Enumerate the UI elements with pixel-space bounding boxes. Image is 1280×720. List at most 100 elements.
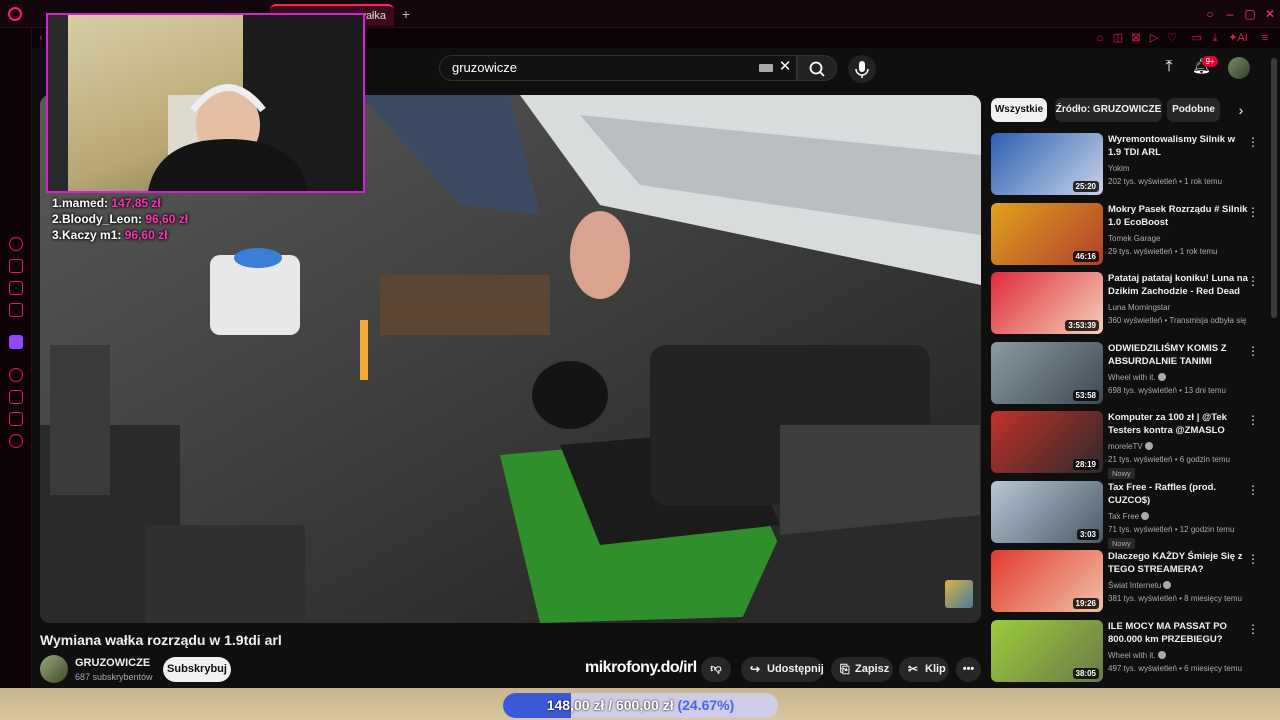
- sidebar-messenger-icon[interactable]: [9, 303, 23, 317]
- dislike-button[interactable]: 👎︎: [701, 657, 731, 682]
- recommendation-thumbnail[interactable]: 38:05: [991, 619, 1103, 682]
- chip-similar[interactable]: Podobne: [1167, 98, 1220, 122]
- upload-icon[interactable]: ⤒: [1160, 58, 1178, 76]
- recommendation-item[interactable]: 3:03 Tax Free - Raffles (prod. CUZCO$) Tax…: [991, 480, 1261, 549]
- opera-logo-icon[interactable]: [8, 7, 22, 21]
- sidebar-chat-icon[interactable]: [9, 281, 23, 295]
- recommendation-channel[interactable]: Świat Internetu: [1108, 581, 1172, 590]
- leaderboard-amount: 147,85 zł: [111, 196, 161, 210]
- channel-label: Tax Free: [1108, 511, 1140, 521]
- channel-label: Tomek Garage: [1108, 233, 1161, 243]
- account-avatar[interactable]: [1228, 57, 1250, 79]
- recommendation-item[interactable]: 28:19 Komputer za 100 zł | @Tek Testers k…: [991, 411, 1261, 479]
- recommendation-item[interactable]: 38:05 ILE MOCY MA PASSAT PO 800.000 km PR…: [991, 619, 1261, 684]
- recommendation-item[interactable]: 19:26 Dlaczego KAŻDY Śmieje Się z TEGO ST…: [991, 550, 1261, 614]
- channel-label: Świat Internetu: [1108, 581, 1162, 590]
- pin-icon[interactable]: ⌂: [1093, 31, 1107, 45]
- recommendation-thumbnail[interactable]: 3:53:39: [991, 272, 1103, 334]
- recommendation-channel[interactable]: Tax Free: [1108, 511, 1150, 521]
- leaderboard-rank: 2.: [52, 212, 63, 226]
- recommendation-title[interactable]: Tax Free - Raffles (prod. CUZCO$): [1108, 481, 1248, 507]
- more-vert-icon[interactable]: ⋮: [1247, 344, 1259, 358]
- channel-name[interactable]: GRUZOWICZE: [75, 657, 150, 669]
- recommendation-title[interactable]: Wyremontowalismy Silnik w 1.9 TDI ARL: [1108, 133, 1248, 159]
- maximize-icon[interactable]: ▢: [1242, 6, 1258, 22]
- ai-icon[interactable]: ✦AI: [1226, 31, 1250, 45]
- recommendation-item[interactable]: 53:58 ODWIEDZILIŚMY KOMIS Z ABSURDALNIE T…: [991, 341, 1261, 406]
- search-button[interactable]: [797, 55, 837, 81]
- sidebar-ai-icon[interactable]: [9, 390, 23, 404]
- more-vert-icon[interactable]: ⋮: [1247, 622, 1259, 636]
- thumbs-down-icon: 👎︎: [710, 663, 722, 675]
- recommendation-thumbnail[interactable]: 46:16: [991, 202, 1103, 265]
- more-vert-icon[interactable]: ⋮: [1247, 483, 1259, 497]
- recommendation-channel[interactable]: Wheel with it.: [1108, 372, 1166, 382]
- search-query: gruzowicze: [452, 60, 518, 75]
- leaderboard-name: Kaczy m1:: [62, 228, 122, 242]
- play-icon[interactable]: ▷: [1147, 31, 1161, 45]
- chip-source[interactable]: Źródło: GRUZOWICZE: [1055, 98, 1162, 122]
- menu-icon[interactable]: ≡: [1258, 31, 1272, 45]
- close-window-icon[interactable]: ✕: [1262, 6, 1278, 22]
- sidebar-pinboard-icon[interactable]: [9, 412, 23, 426]
- recommendation-title[interactable]: Patataj patataj koniku! Luna na Dzikim Z…: [1108, 272, 1248, 299]
- recommendation-title[interactable]: Mokry Pasek Rozrządu # Silnik 1.0 EcoBoo…: [1108, 203, 1248, 229]
- download-icon[interactable]: ⤓: [1208, 31, 1222, 45]
- recommendation-title[interactable]: Komputer za 100 zł | @Tek Testers kontra…: [1108, 411, 1248, 437]
- sidebar-player-icon[interactable]: [9, 368, 23, 382]
- more-vert-icon[interactable]: ⋮: [1247, 413, 1259, 427]
- share-icon: ↪: [750, 662, 761, 676]
- recommendation-thumbnail[interactable]: 19:26: [991, 550, 1103, 612]
- minimize-icon[interactable]: –: [1222, 6, 1238, 22]
- video-overlay-thumbnail: [945, 580, 973, 608]
- wallet-icon[interactable]: ▭: [1190, 31, 1204, 45]
- recommendation-item[interactable]: 25:20 Wyremontowalismy Silnik w 1.9 TDI A…: [991, 133, 1261, 197]
- browser-sidebar: [0, 28, 32, 688]
- recommendation-channel[interactable]: Wheel with it.: [1108, 650, 1166, 660]
- video-duration: 25:20: [1072, 181, 1099, 192]
- adblock-icon[interactable]: ⊠: [1129, 31, 1143, 45]
- sidebar-history-icon[interactable]: [9, 237, 23, 251]
- recommendation-title[interactable]: ODWIEDZILIŚMY KOMIS Z ABSURDALNIE TANIMI…: [1108, 342, 1248, 369]
- recommendation-thumbnail[interactable]: 28:19: [991, 411, 1103, 473]
- search-input[interactable]: gruzowicze: [439, 55, 797, 81]
- verified-icon: [1144, 442, 1153, 450]
- recommendation-channel[interactable]: moreleTV: [1108, 442, 1153, 451]
- more-vert-icon[interactable]: ⋮: [1247, 205, 1259, 219]
- recommendation-thumbnail[interactable]: 25:20: [991, 133, 1103, 195]
- recommendation-thumbnail[interactable]: 3:03: [991, 480, 1103, 543]
- scrollbar[interactable]: [1271, 58, 1277, 318]
- subscribe-button[interactable]: Subskrybuj: [163, 657, 231, 682]
- recommendation-item[interactable]: 46:16 Mokry Pasek Rozrządu # Silnik 1.0 E…: [991, 202, 1261, 267]
- keyboard-icon[interactable]: [759, 64, 773, 72]
- channel-label: moreleTV: [1108, 442, 1143, 451]
- recommendation-thumbnail[interactable]: 53:58: [991, 341, 1103, 404]
- clip-button[interactable]: ✂ Klip: [899, 657, 949, 682]
- more-vert-icon[interactable]: ⋮: [1247, 135, 1259, 149]
- clear-search-icon[interactable]: ✕: [778, 59, 792, 74]
- recommendation-channel[interactable]: Yokim: [1108, 164, 1130, 173]
- recommendation-title[interactable]: ILE MOCY MA PASSAT PO 800.000 km PRZEBIE…: [1108, 620, 1248, 646]
- sidebar-twitch-icon[interactable]: [9, 335, 23, 349]
- search-tabs-icon[interactable]: ○: [1202, 6, 1218, 22]
- new-tab-button[interactable]: +: [398, 6, 414, 22]
- heart-icon[interactable]: ♡: [1165, 31, 1179, 45]
- more-vert-icon[interactable]: ⋮: [1247, 552, 1259, 566]
- recommendation-meta: 360 wyświetleń • Transmisja odbyła się .…: [1108, 316, 1248, 325]
- channel-avatar[interactable]: [40, 655, 68, 683]
- recommendation-item[interactable]: 3:53:39 Patataj patataj koniku! Luna na D…: [991, 272, 1261, 336]
- mic-button[interactable]: [848, 55, 876, 83]
- more-vert-icon[interactable]: ⋮: [1247, 274, 1259, 288]
- recommendation-title[interactable]: Dlaczego KAŻDY Śmieje Się z TEGO STREAME…: [1108, 550, 1248, 576]
- more-actions-button[interactable]: •••: [956, 657, 981, 682]
- chevron-right-icon[interactable]: ›: [1234, 103, 1248, 117]
- share-button[interactable]: ↪ Udostępnij: [741, 657, 824, 682]
- sidebar-settings-icon[interactable]: [9, 434, 23, 448]
- sidebar-bag-icon[interactable]: [9, 259, 23, 273]
- recommendation-channel[interactable]: Luna Morningstar: [1108, 303, 1170, 312]
- recommendation-channel[interactable]: Tomek Garage: [1108, 234, 1160, 243]
- recommendation-meta: 21 tys. wyświetleń • 6 godzin temu: [1108, 455, 1230, 464]
- tab-icon[interactable]: ◫: [1111, 31, 1125, 45]
- chip-all[interactable]: Wszystkie: [991, 98, 1047, 122]
- save-button[interactable]: ⎘ Zapisz: [831, 657, 893, 682]
